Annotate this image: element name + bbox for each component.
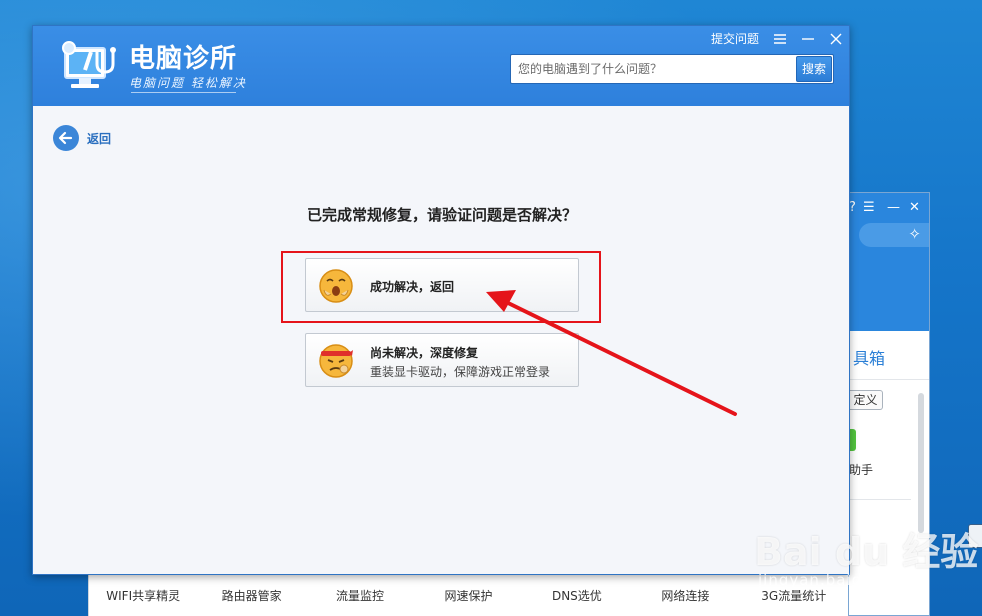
toolbar-item-dns[interactable]: DNS选优 [523,587,631,604]
shield-icon [849,429,856,451]
custom-button[interactable]: 定义 [849,390,883,410]
slogan-underline [131,92,236,93]
menu-icon[interactable] [773,32,787,46]
sparkle-icon[interactable]: ✧ [908,225,921,243]
toolbar-item-router[interactable]: 路由器管家 [197,587,305,604]
watermark-url: jingyan.baidu.com [758,571,914,589]
menu-icon[interactable]: ☰ [863,200,875,215]
divider [849,379,929,380]
toolbar-item-network[interactable]: 网络连接 [631,587,739,604]
close-icon[interactable] [829,32,843,46]
helper-label[interactable]: 助手 [849,461,873,478]
option-title: 尚未解决，深度修复 [370,346,479,360]
search-box: 搜索 [510,54,834,84]
headband-face-icon [319,344,353,378]
deep-repair-button[interactable]: 尚未解决，深度修复 重装显卡驱动，保障游戏正常登录 [305,333,579,387]
arrow-left-icon [53,125,79,151]
search-input[interactable] [511,55,794,83]
search-button[interactable]: 搜索 [796,56,832,82]
divider [849,499,911,500]
background-window-header: ? ☰ — ✕ ✧ [849,193,929,331]
minimize-icon[interactable] [801,32,815,46]
baidu-watermark: Bai du 经验 jingyan.baidu.com [748,513,982,616]
monitor-stethoscope-icon [62,41,116,88]
option-subtitle: 重装显卡驱动，保障游戏正常登录 [370,365,551,379]
verification-question: 已完成常规修复，请验证问题是否解决？ [306,206,577,224]
minimize-icon[interactable]: — [887,200,900,215]
app-slogan: 电脑问题 轻松解决 [129,76,247,90]
highlight-box [281,251,601,323]
back-button[interactable]: 返回 [53,125,111,151]
bottom-toolbar: WIFI共享精灵 路由器管家 流量监控 网速保护 DNS选优 网络连接 3G流量… [88,575,848,616]
scrollbar[interactable] [918,393,924,533]
window-header: 电脑诊所 电脑问题 轻松解决 提交问题 搜索 [33,26,849,106]
watermark-logo: Bai du 经验 [754,530,979,574]
submit-question-link[interactable]: 提交问题 [711,30,759,47]
tools-label: 具箱 [853,349,886,368]
back-label: 返回 [87,131,112,146]
toolbar-item-wifi[interactable]: WIFI共享精灵 [89,587,197,604]
toolbar-item-speed[interactable]: 网速保护 [414,587,522,604]
window-controls: 提交问题 [711,30,843,47]
app-title: 电脑诊所 [129,44,238,74]
toolbar-item-traffic[interactable]: 流量监控 [306,587,414,604]
close-icon[interactable]: ✕ [909,200,920,215]
